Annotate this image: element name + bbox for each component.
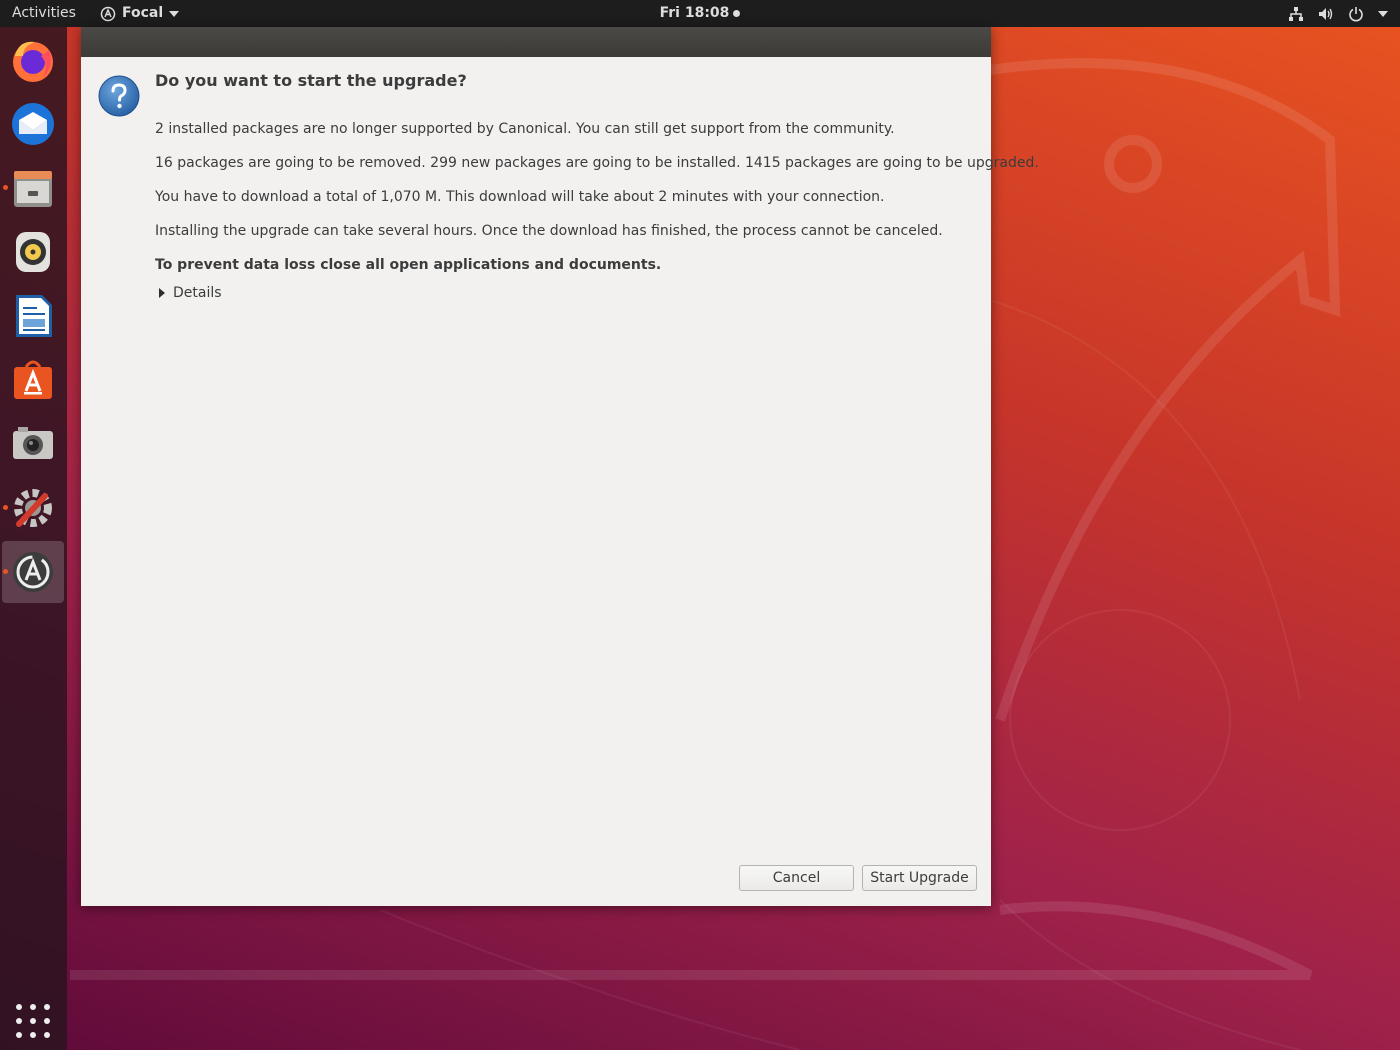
files-icon <box>14 171 52 207</box>
dock-item-rhythmbox[interactable] <box>2 221 64 283</box>
dock-item-thunderbird[interactable] <box>2 93 64 155</box>
chevron-down-icon <box>1378 10 1388 17</box>
details-expander[interactable]: Details <box>159 285 222 301</box>
dock <box>0 27 67 1050</box>
firefox-icon <box>13 41 53 82</box>
writer-icon <box>16 295 52 337</box>
software-icon <box>14 360 52 399</box>
start-upgrade-button[interactable]: Start Upgrade <box>862 865 977 891</box>
running-indicator <box>3 569 8 574</box>
dialog-titlebar[interactable] <box>81 27 991 57</box>
unsupported-packages-message: 2 installed packages are no longer suppo… <box>155 121 895 137</box>
show-applications-button[interactable] <box>14 1002 52 1040</box>
top-bar: Activities Focal Fri 18:08 <box>0 0 1400 27</box>
dock-item-ubuntu-software[interactable] <box>2 349 64 411</box>
dock-item-firefox[interactable] <box>2 29 64 91</box>
running-indicator <box>3 185 8 190</box>
details-label: Details <box>173 285 222 301</box>
upgrade-dialog: Do you want to start the upgrade? 2 inst… <box>81 27 1039 906</box>
download-size-message: You have to download a total of 1,070 M.… <box>155 189 885 205</box>
rhythmbox-icon <box>16 232 50 272</box>
notification-dot-icon <box>733 9 741 17</box>
camera-icon <box>13 427 53 459</box>
cancel-button[interactable]: Cancel <box>739 865 854 891</box>
clock-label: Fri 18:08 <box>659 5 730 21</box>
volume-icon <box>1319 7 1333 20</box>
updater-icon <box>13 552 53 592</box>
question-icon <box>98 75 140 117</box>
package-changes-message: 16 packages are going to be removed. 299… <box>155 155 1039 171</box>
dock-item-system-tools[interactable] <box>2 477 64 539</box>
dialog-heading: Do you want to start the upgrade? <box>155 71 467 90</box>
clock[interactable]: Fri 18:08 <box>0 0 1400 27</box>
network-icon <box>1289 6 1303 21</box>
system-status-area[interactable] <box>1288 0 1388 27</box>
data-loss-warning: To prevent data loss close all open appl… <box>155 257 662 273</box>
running-indicator <box>3 505 8 510</box>
thunderbird-icon <box>12 103 54 145</box>
settings-tools-icon <box>14 489 52 527</box>
grid-icon <box>16 1004 22 1010</box>
expander-arrow-icon <box>159 288 165 298</box>
dock-item-software-updater[interactable] <box>2 541 64 603</box>
upgrade-duration-message: Installing the upgrade can take several … <box>155 223 943 239</box>
dock-item-screenshot[interactable] <box>2 413 64 475</box>
dock-item-files[interactable] <box>2 157 64 219</box>
power-icon <box>1349 6 1363 21</box>
dock-item-libreoffice-writer[interactable] <box>2 285 64 347</box>
